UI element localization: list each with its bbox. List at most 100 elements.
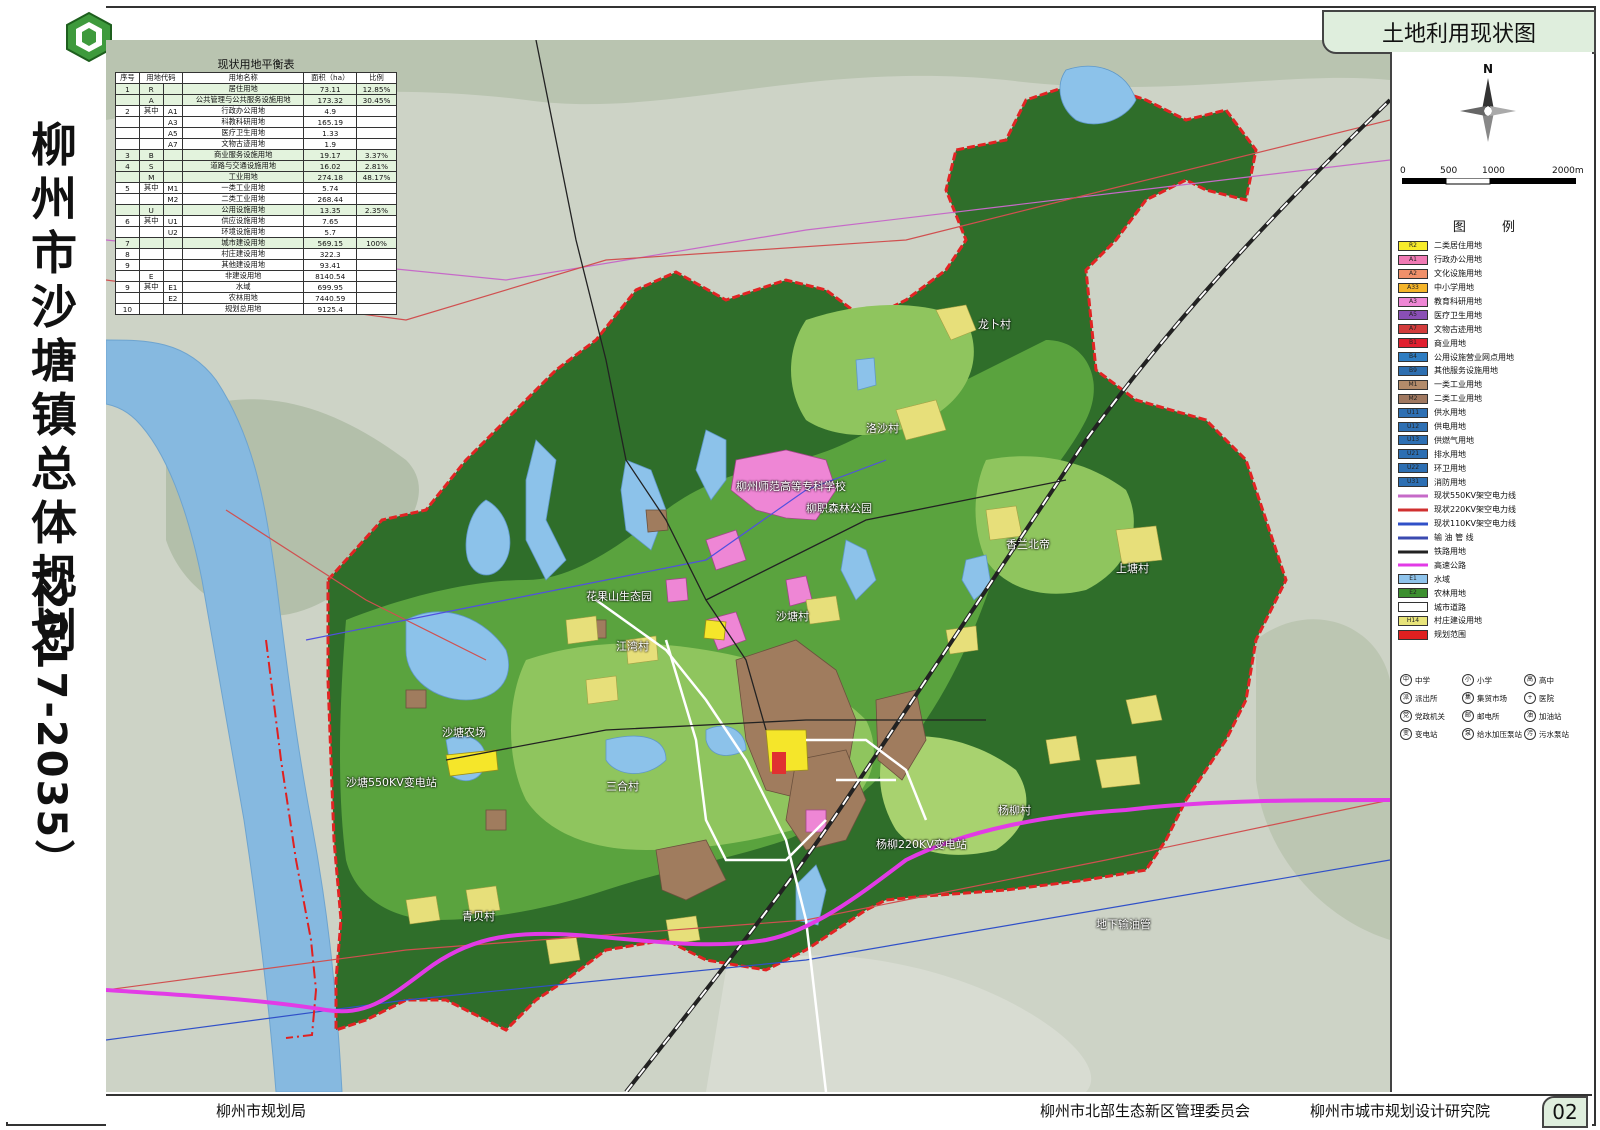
table-cell-sub: A1 <box>162 105 184 117</box>
table-cell-no: 4 <box>115 160 140 172</box>
table-cell-name: 水域 <box>182 281 305 293</box>
map-label-substation: 沙塘550KV变电站 <box>346 776 437 789</box>
legend-area-item: E2 农林用地 <box>1398 586 1586 600</box>
table-cell-sub <box>162 248 184 260</box>
scale-bar: 0 500 1000 2000m <box>1400 166 1584 190</box>
legend-label: 铁路用地 <box>1434 547 1466 557</box>
table-cell-code <box>138 292 164 304</box>
table-cell-code: U <box>138 204 164 216</box>
legend-item: A7 文物古迹用地 <box>1398 322 1586 336</box>
legend-swatch: U31 <box>1398 477 1428 488</box>
poi-label: 医院 <box>1539 693 1554 703</box>
legend-item: M1 一类工业用地 <box>1398 378 1586 392</box>
table-cell-sub <box>162 171 184 183</box>
table-cell-name: 一类工业用地 <box>182 182 305 194</box>
legend-swatch: E1 <box>1398 574 1428 585</box>
table-cell-sub: A7 <box>162 138 184 150</box>
table-row: 7 城市建设用地 569.15 100% <box>115 237 397 249</box>
map-title: 土地利用现状图 <box>1322 10 1596 54</box>
legend-area-item: 城市道路 <box>1398 600 1586 614</box>
table-cell-ratio <box>356 248 397 260</box>
poi-label: 派出所 <box>1415 693 1438 703</box>
table-cell-name: 科教科研用地 <box>182 116 305 128</box>
table-cell-area: 8140.54 <box>303 270 358 282</box>
poi-symbol-icon: 变 <box>1400 728 1412 740</box>
table-cell-name: 城市建设用地 <box>182 237 305 249</box>
table-cell-name: 道路与交通设施用地 <box>182 160 305 172</box>
legend-swatch <box>1398 629 1428 640</box>
poi-label: 中学 <box>1415 675 1430 685</box>
table-cell-area: 7440.59 <box>303 292 358 304</box>
table-cell-no <box>115 94 140 106</box>
table-cell-area: 274.18 <box>303 171 358 183</box>
poi-symbol-icon: 中 <box>1400 674 1412 686</box>
poi-legend-item: 小小学 <box>1462 674 1524 686</box>
table-cell-area: 1.33 <box>303 127 358 139</box>
table-cell-ratio <box>356 116 397 128</box>
legend-label: 医疗卫生用地 <box>1434 310 1482 320</box>
map-label-farm: 沙塘农场 <box>442 726 486 739</box>
scale-tick: 0 <box>1400 166 1406 176</box>
legend-label: 环卫用地 <box>1434 463 1466 473</box>
table-cell-name: 其他建设用地 <box>182 259 305 271</box>
table-row: U2 环境设施用地 5.7 <box>115 226 397 238</box>
legend-label: 排水用地 <box>1434 449 1466 459</box>
table-cell-sub <box>162 237 184 249</box>
table-cell-ratio <box>356 226 397 238</box>
table-cell-ratio <box>356 270 397 282</box>
map-label-park: 柳职森林公园 <box>806 502 872 515</box>
table-cell-name: 文物古迹用地 <box>182 138 305 150</box>
table-row: A 公共管理与公共服务设施用地 173.32 30.45% <box>115 94 397 106</box>
table-row: 9 其中 E1 水域 699.95 <box>115 281 397 293</box>
poi-legend-item: + 医院 <box>1524 692 1586 704</box>
table-cell-name: 二类工业用地 <box>182 193 305 205</box>
table-cell-area: 73.11 <box>303 83 358 95</box>
poi-label: 小学 <box>1477 675 1492 685</box>
table-cell-no <box>115 171 140 183</box>
legend-swatch <box>1398 602 1428 613</box>
table-cell-no <box>115 127 140 139</box>
poi-symbol-icon: + <box>1524 692 1536 704</box>
plan-title-char: 总 <box>31 442 77 496</box>
table-cell-ratio <box>356 105 397 117</box>
table-cell-sub <box>162 259 184 271</box>
table-cell-ratio <box>356 215 397 227</box>
map-label-village: 香兰北帝 <box>1006 538 1050 551</box>
table-cell-code: 其中 <box>138 105 164 117</box>
legend-label: 二类工业用地 <box>1434 394 1482 404</box>
legend-swatch: B9 <box>1398 365 1428 376</box>
table-cell-name: 行政办公用地 <box>182 105 305 117</box>
plan-title-char: 州 <box>31 172 77 226</box>
legend-line-swatch <box>1398 533 1428 543</box>
table-cell-sub: E2 <box>162 292 184 304</box>
legend-item: B4 公用设施营业网点用地 <box>1398 350 1586 364</box>
poi-legend-item: 泵给水加压泵站 <box>1462 728 1524 740</box>
table-cell-area: 1.9 <box>303 138 358 150</box>
table-cell-area: 322.3 <box>303 248 358 260</box>
legend-item: U21 排水用地 <box>1398 447 1586 461</box>
legend-label: 公用设施营业网点用地 <box>1434 352 1514 362</box>
legend-swatch: A5 <box>1398 310 1428 321</box>
table-cell-sub: M1 <box>162 182 184 194</box>
table-header-row: 序号 用地代码 用地名称 面积（ha） 比例 <box>115 72 397 84</box>
table-cell-code <box>138 138 164 150</box>
legend-line-swatch <box>1398 560 1428 570</box>
table-cell-area: 9125.4 <box>303 303 358 315</box>
table-cell-area: 5.74 <box>303 182 358 194</box>
table-row: A3 科教科研用地 165.19 <box>115 116 397 128</box>
poi-label: 加油站 <box>1539 711 1562 721</box>
legend-line-item: 现状550KV架空电力线 <box>1398 489 1586 503</box>
table-cell-area: 13.35 <box>303 204 358 216</box>
table-cell-name: 商业服务设施用地 <box>182 149 305 161</box>
legend-item: A2 文化设施用地 <box>1398 267 1586 281</box>
legend-item: U31 消防用地 <box>1398 475 1586 489</box>
legend-label: 现状110KV架空电力线 <box>1434 519 1516 529</box>
poi-label: 高中 <box>1539 675 1554 685</box>
table-row: 2 其中 A1 行政办公用地 4.9 <box>115 105 397 117</box>
table-cell-code: R <box>138 83 164 95</box>
table-row: 1 R 居住用地 73.11 12.85% <box>115 83 397 95</box>
table-cell-no: 10 <box>115 303 140 315</box>
poi-legend-item: 中中学 <box>1400 674 1462 686</box>
table-cell-no: 2 <box>115 105 140 117</box>
poi-symbol-icon: 小 <box>1462 674 1474 686</box>
